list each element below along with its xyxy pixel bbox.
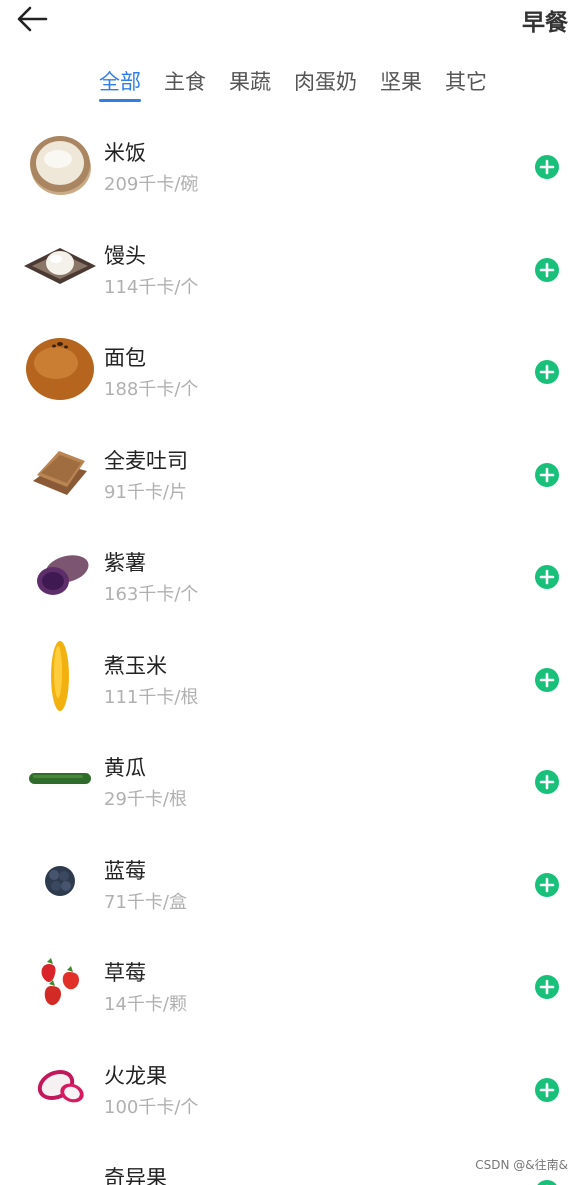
- food-item[interactable]: 黄瓜 29千卡/根: [0, 728, 586, 831]
- blueberry-icon: [22, 841, 98, 921]
- arrow-left-icon: [17, 6, 48, 32]
- corn-icon: [22, 636, 98, 716]
- page-title: 早餐: [522, 10, 568, 36]
- tab-all[interactable]: 全部: [99, 66, 141, 102]
- header-bar: 早餐: [0, 0, 586, 48]
- add-icon[interactable]: [535, 565, 559, 589]
- tab-fruit-veg[interactable]: 果蔬: [229, 66, 271, 102]
- food-name: 紫薯: [104, 551, 146, 575]
- category-tabs: 全部 主食 果蔬 肉蛋奶 坚果 其它: [0, 66, 586, 106]
- toast-icon: [22, 431, 98, 511]
- food-item[interactable]: 火龙果 100千卡/个: [0, 1036, 586, 1139]
- food-calories: 114千卡/个: [104, 276, 199, 298]
- food-name: 黄瓜: [104, 756, 146, 780]
- food-item[interactable]: 煮玉米 111千卡/根: [0, 626, 586, 729]
- cucumber-icon: [22, 738, 98, 818]
- add-icon[interactable]: [535, 1077, 559, 1102]
- tab-staple[interactable]: 主食: [164, 66, 206, 102]
- add-icon[interactable]: [535, 872, 559, 897]
- add-icon[interactable]: [535, 975, 559, 999]
- food-calories: 14千卡/颗: [104, 994, 187, 1015]
- add-icon[interactable]: [535, 1180, 559, 1185]
- food-name: 煮玉米: [104, 653, 167, 678]
- kiwi-icon: [22, 1148, 98, 1185]
- food-item[interactable]: 面包 188千卡/个: [0, 318, 586, 421]
- steamed-bun-icon: [22, 226, 98, 306]
- bread-icon: [22, 328, 98, 408]
- purple-sweet-potato-icon: [22, 533, 98, 613]
- food-calories: 209千卡/碗: [104, 174, 199, 195]
- food-item[interactable]: 全麦吐司 91千卡/片: [0, 421, 586, 524]
- tab-other[interactable]: 其它: [445, 66, 487, 102]
- food-calories: 163千卡/个: [104, 584, 199, 605]
- food-name: 火龙果: [104, 1063, 167, 1088]
- food-list: 米饭 209千卡/碗 馒头 114千卡/个 面包 188千卡/个 全麦吐司 91…: [0, 113, 586, 1185]
- strawberry-icon: [22, 943, 98, 1023]
- food-item[interactable]: 紫薯 163千卡/个: [0, 523, 586, 626]
- food-item[interactable]: 草莓 14千卡/颗: [0, 933, 586, 1036]
- food-item[interactable]: 馒头 114千卡/个: [0, 216, 586, 319]
- rice-bowl-icon: [22, 123, 98, 203]
- food-item[interactable]: 米饭 209千卡/碗: [0, 113, 586, 216]
- tab-meat-egg-milk[interactable]: 肉蛋奶: [294, 66, 357, 102]
- food-name: 蓝莓: [104, 858, 146, 883]
- back-button[interactable]: [12, 2, 52, 36]
- food-name: 馒头: [104, 243, 146, 268]
- food-calories: 71千卡/盒: [104, 891, 187, 913]
- food-calories: 188千卡/个: [104, 379, 199, 400]
- food-name: 草莓: [104, 961, 146, 985]
- food-calories: 111千卡/根: [104, 686, 199, 708]
- tab-nuts[interactable]: 坚果: [380, 66, 422, 102]
- add-icon[interactable]: [535, 257, 559, 282]
- food-item[interactable]: 蓝莓 71千卡/盒: [0, 831, 586, 934]
- food-calories: 100千卡/个: [104, 1096, 199, 1118]
- food-calories: 29千卡/根: [104, 789, 187, 810]
- watermark: CSDN @&往南&: [471, 1154, 572, 1175]
- food-name: 面包: [104, 346, 146, 370]
- food-name: 全麦吐司: [104, 448, 188, 473]
- add-icon[interactable]: [535, 667, 559, 692]
- add-icon[interactable]: [535, 155, 559, 179]
- add-icon[interactable]: [535, 360, 559, 384]
- dragon-fruit-icon: [22, 1046, 98, 1126]
- food-calories: 91千卡/片: [104, 481, 187, 503]
- food-name: 米饭: [104, 141, 146, 165]
- food-name: 奇异果: [104, 1166, 167, 1185]
- add-icon[interactable]: [535, 462, 559, 487]
- add-icon[interactable]: [535, 770, 559, 794]
